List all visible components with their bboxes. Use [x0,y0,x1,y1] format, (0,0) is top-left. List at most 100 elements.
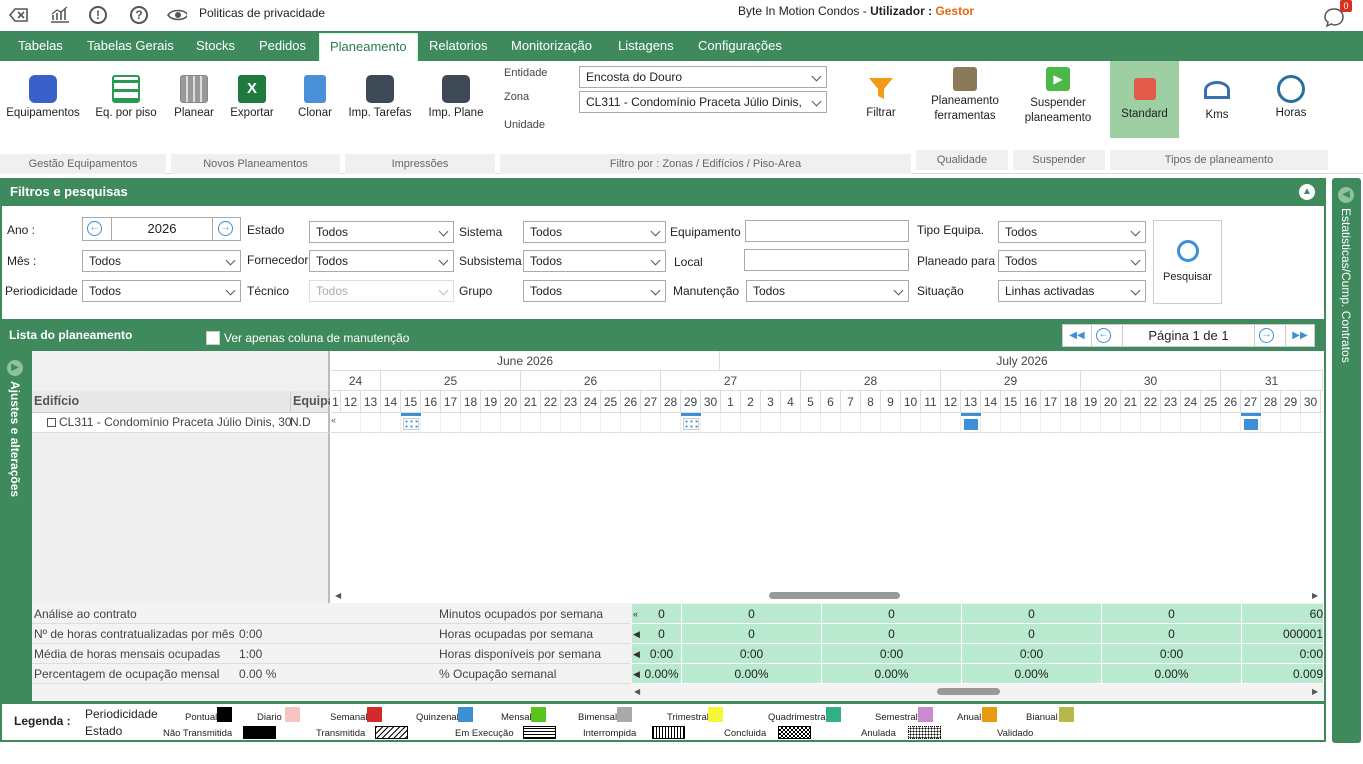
expand-left-icon[interactable]: ▶ [7,360,23,376]
back-icon[interactable] [9,5,29,25]
menu-pedidos[interactable]: Pedidos [259,31,306,61]
entidade-select[interactable]: Encosta do Douro [579,66,827,88]
alert-icon[interactable]: ! [88,5,108,25]
scroll-thumb[interactable] [937,688,1000,695]
task-cell[interactable] [441,413,461,433]
planear-button[interactable]: Planear [172,75,216,119]
task-cell[interactable] [1061,413,1081,433]
task-cell[interactable] [1221,413,1241,433]
row-checkbox[interactable] [47,418,56,427]
task-cell[interactable] [1181,413,1201,433]
task-cell[interactable] [661,413,681,433]
task-cell[interactable] [601,413,621,433]
ano-input[interactable]: 2026 [111,218,213,240]
task-cell[interactable] [1041,413,1061,433]
task-cell[interactable] [501,413,521,433]
planeamento-ferramentas-button[interactable]: Planeamento ferramentas [926,67,1004,122]
task-cell[interactable] [1021,413,1041,433]
eye-icon[interactable] [167,5,187,25]
next-year-icon[interactable]: → [218,221,233,236]
scroll-thumb[interactable] [769,592,900,599]
task-cell[interactable] [981,413,1001,433]
privacy-link[interactable]: Politicas de privacidade [199,6,325,20]
last-page-icon[interactable]: ▶▶ [1285,325,1314,346]
task-marker[interactable] [403,418,419,430]
stats-scrollbar[interactable]: ◀ ▶ [632,686,1324,698]
side-tab-left[interactable]: ▶ Ajustes e alterações [0,351,30,701]
scroll-left-icon[interactable]: ◀ [634,687,640,696]
suspender-planeamento-button[interactable]: ▶ Suspender planeamento [1022,67,1094,124]
subsistema-select[interactable]: Todos [523,250,666,272]
task-cell[interactable] [881,413,901,433]
table-row[interactable]: CL311 - Condomínio Praceta Júlio Dinis, … [32,413,330,433]
task-cell[interactable] [1081,413,1101,433]
expand-right-icon[interactable]: ◀ [1338,187,1354,203]
estado-select[interactable]: Todos [309,221,454,243]
task-cell[interactable] [1201,413,1221,433]
task-cell[interactable] [921,413,941,433]
manutencao-select[interactable]: Todos [746,280,909,302]
scroll-left-icon[interactable]: ◀ [335,591,341,600]
imp-plane-button[interactable]: Imp. Plane [428,75,484,119]
zona-select[interactable]: CL311 - Condomínio Praceta Júlio Dinis, [579,91,827,113]
h-scrollbar[interactable]: ◀ ▶ [331,589,1323,601]
task-marker[interactable] [683,418,699,430]
filtrar-button[interactable]: Filtrar [862,75,900,119]
task-cell[interactable] [1141,413,1161,433]
task-cell[interactable] [1301,413,1321,433]
task-cell[interactable] [561,413,581,433]
tecnico-select[interactable]: Todos [309,280,454,302]
task-cell[interactable] [461,413,481,433]
task-cell[interactable] [421,413,441,433]
menu-configuracoes[interactable]: Configurações [698,31,782,61]
task-cell[interactable] [381,413,401,433]
task-cell[interactable] [1001,413,1021,433]
planeado-select[interactable]: Todos [998,250,1146,272]
periodicidade-select[interactable]: Todos [82,280,241,302]
task-marker[interactable] [964,419,978,430]
task-cell[interactable] [641,413,661,433]
scroll-right-icon[interactable]: ▶ [1312,591,1318,600]
menu-relatorios[interactable]: Relatorios [429,31,488,61]
prev-year-icon[interactable]: ← [87,221,102,236]
equipamento-input[interactable] [745,220,909,242]
task-cell[interactable] [801,413,821,433]
kms-button[interactable]: Kms [1197,75,1237,121]
menu-monitorizacao[interactable]: Monitorização [511,31,592,61]
task-cell[interactable] [361,413,381,433]
clonar-button[interactable]: Clonar [294,75,336,119]
scroll-right-icon[interactable]: ▶ [1312,687,1318,696]
situacao-select[interactable]: Linhas activadas [998,280,1146,302]
task-cell[interactable] [941,413,961,433]
task-cell[interactable] [581,413,601,433]
col-edificio[interactable]: Edifício [34,394,79,408]
task-cell[interactable] [901,413,921,433]
task-cell[interactable] [521,413,541,433]
menu-tabelas[interactable]: Tabelas [18,31,63,61]
equipamentos-button[interactable]: Equipamentos [6,75,80,119]
task-cell[interactable] [1101,413,1121,433]
coluna-manutencao-checkbox[interactable] [206,331,220,345]
task-cell[interactable] [841,413,861,433]
task-cell[interactable] [721,413,741,433]
next-page-icon[interactable]: → [1259,328,1274,343]
task-cell[interactable] [741,413,761,433]
task-cell[interactable] [1161,413,1181,433]
task-cell[interactable] [621,413,641,433]
task-cell[interactable] [341,413,361,433]
exportar-button[interactable]: X Exportar [230,75,274,119]
menu-tabelas-gerais[interactable]: Tabelas Gerais [87,31,174,61]
prev-page-icon[interactable]: ← [1096,328,1111,343]
sistema-select[interactable]: Todos [523,221,666,243]
task-cell[interactable] [761,413,781,433]
task-cell[interactable] [861,413,881,433]
task-cell[interactable] [1261,413,1281,433]
collapse-icon[interactable]: ▲ [1299,184,1315,200]
task-cell[interactable] [541,413,561,433]
chart-icon[interactable] [49,5,69,25]
task-cell[interactable] [1121,413,1141,433]
mes-select[interactable]: Todos [82,250,241,272]
local-input[interactable] [744,249,909,271]
tipo-select[interactable]: Todos [998,221,1146,243]
task-cell[interactable] [481,413,501,433]
